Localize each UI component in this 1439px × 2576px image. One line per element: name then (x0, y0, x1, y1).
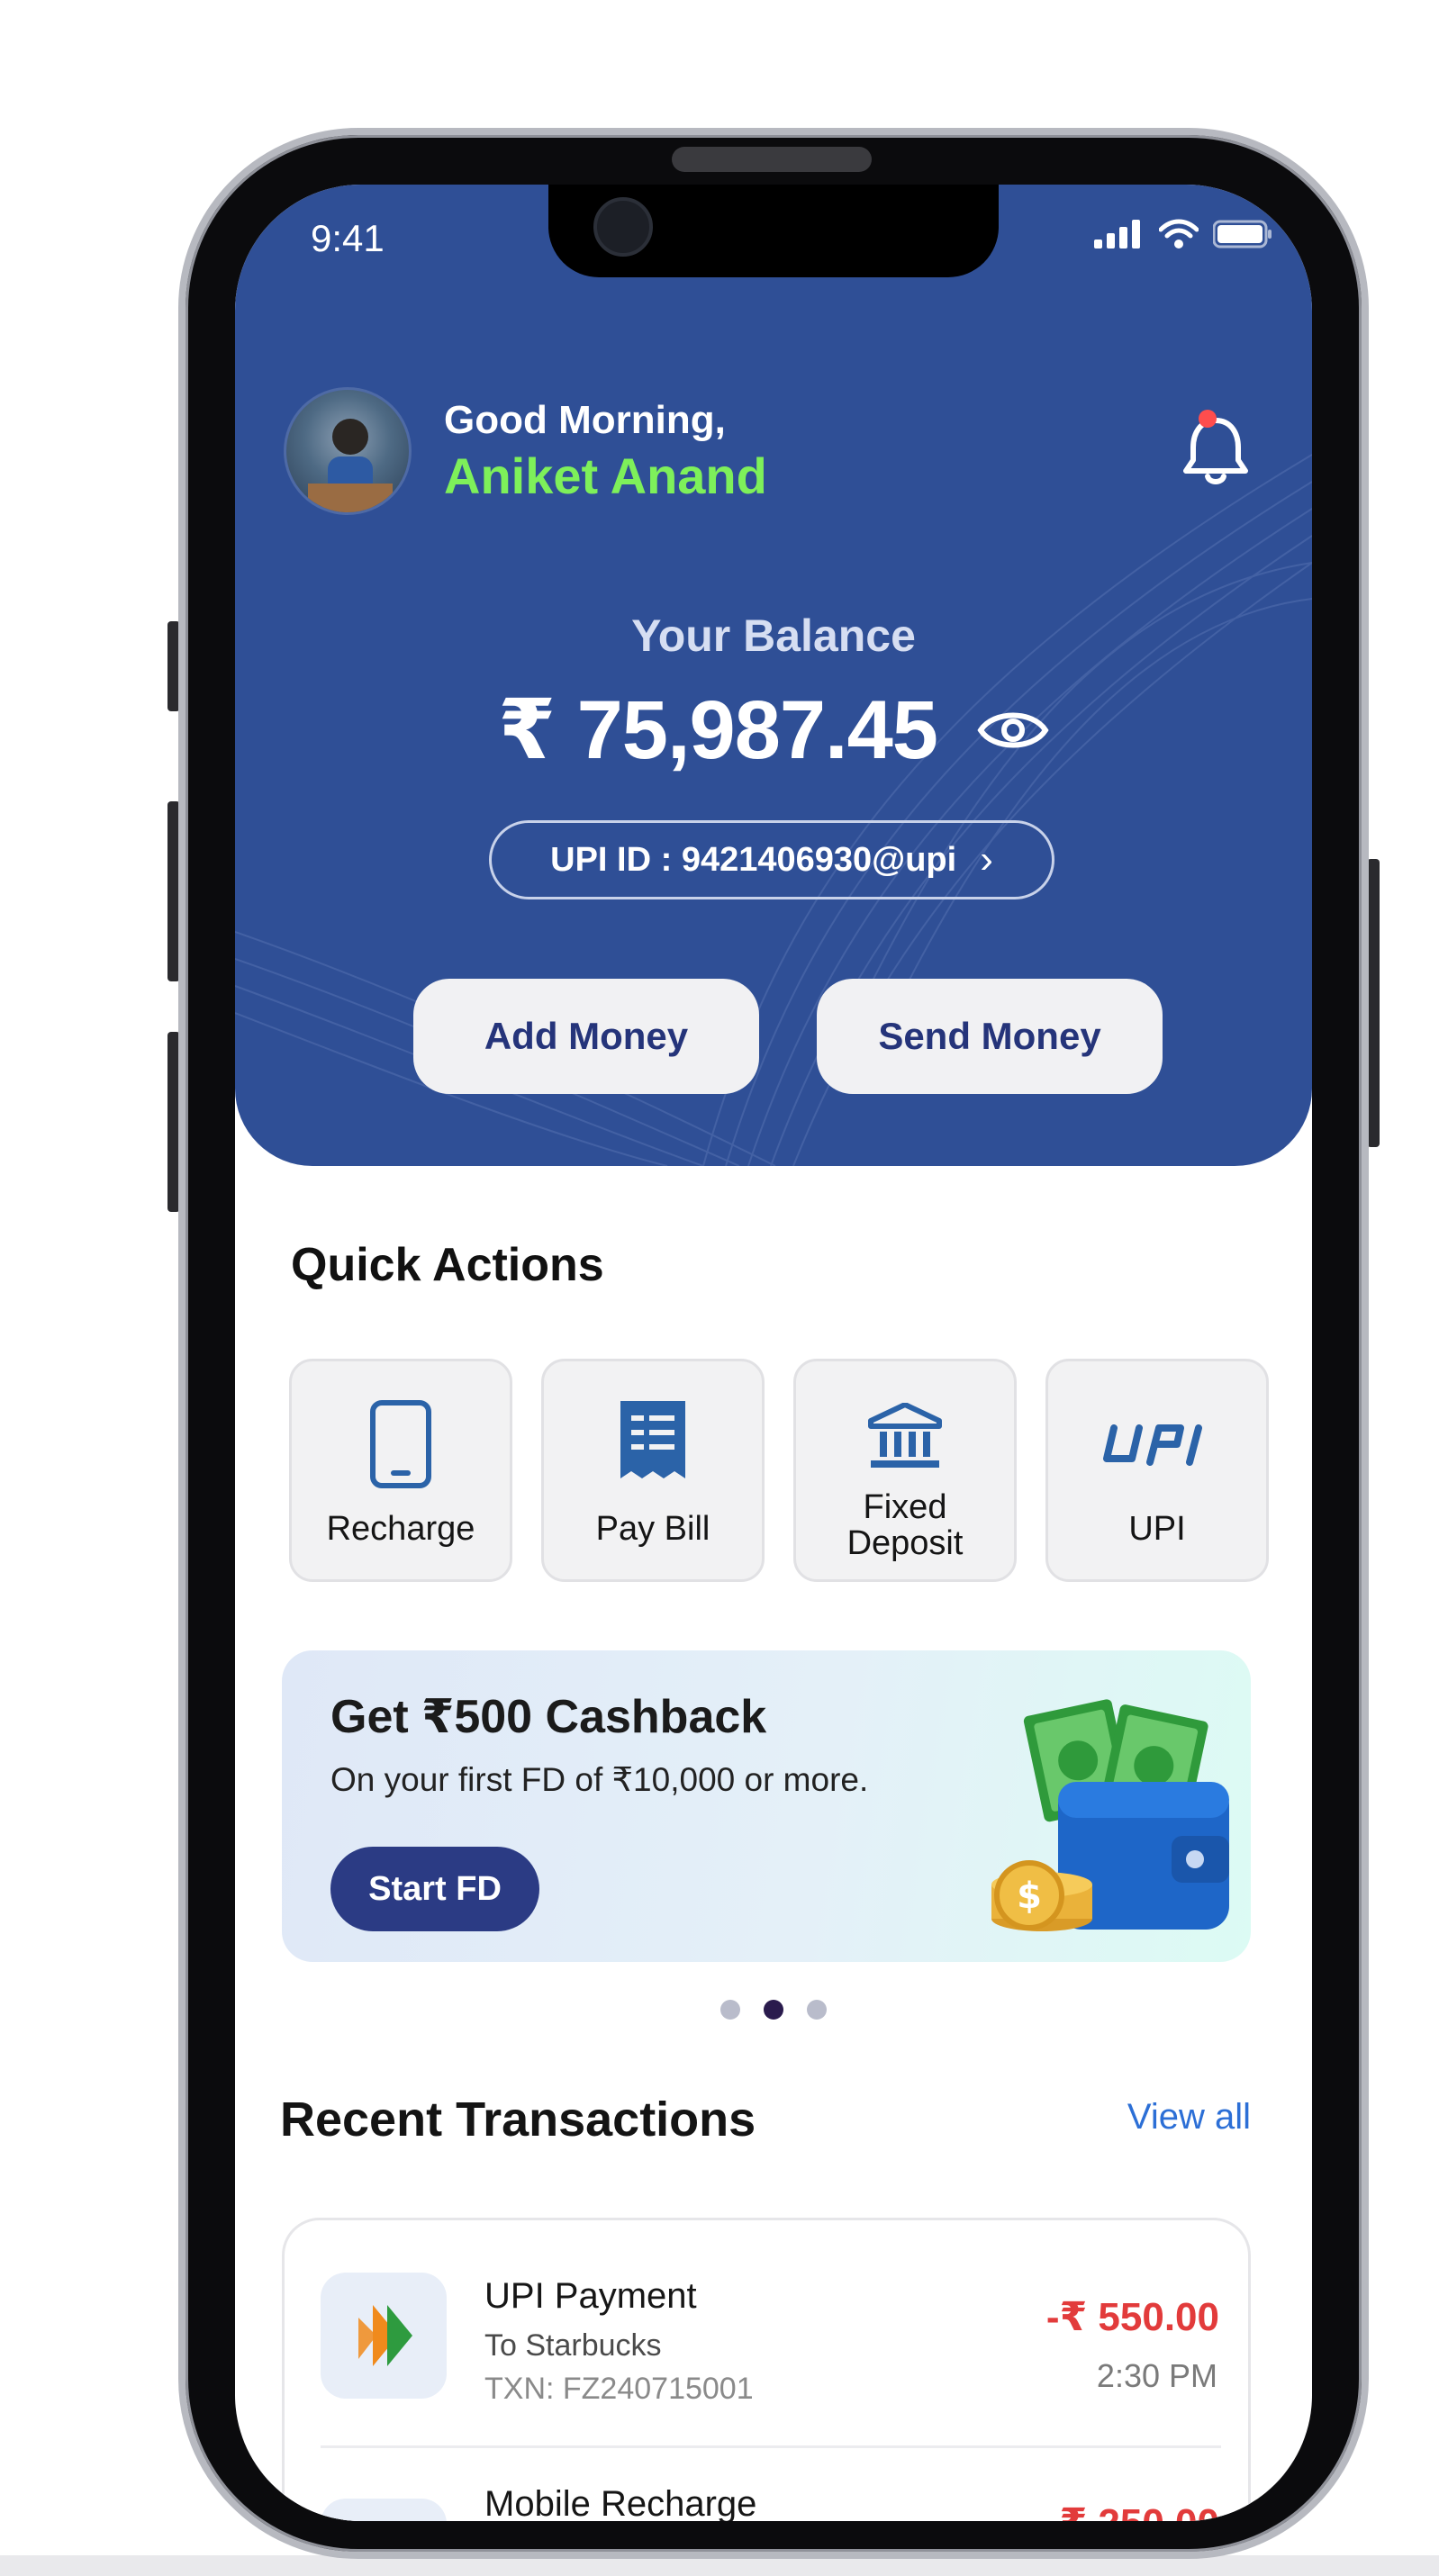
status-time: 9:41 (311, 217, 385, 259)
transaction-icon-box (321, 2499, 447, 2521)
wallet-cash-icon: $ (991, 1699, 1229, 1931)
transaction-reference: TXN: FZ240715001 (484, 2372, 754, 2406)
view-all-link[interactable]: View all (1127, 2097, 1251, 2138)
quick-action-label: UPI (1128, 1510, 1186, 1548)
recent-transactions-title: Recent Transactions (280, 2092, 756, 2147)
carousel-dot[interactable] (720, 2000, 740, 2020)
user-name: Aniket Anand (444, 447, 767, 504)
chevron-right-icon: › (980, 837, 993, 881)
upi-id-text: UPI ID : 9421406930@upi (550, 840, 957, 879)
greeting-text: Good Morning, (444, 397, 726, 442)
balance-amount: ₹ 75,987.45 (498, 684, 938, 776)
earpiece-speaker (672, 147, 872, 172)
transaction-row[interactable]: UPI Payment To Starbucks TXN: FZ24071500… (285, 2220, 1248, 2445)
upi-logo-icon (1103, 1424, 1202, 1466)
transaction-amount: -₹ 250.00 (1046, 2500, 1219, 2521)
transactions-card: UPI Payment To Starbucks TXN: FZ24071500… (282, 2218, 1251, 2521)
svg-text:$: $ (1017, 1876, 1042, 1917)
receipt-icon (620, 1401, 685, 1478)
phone-screen: Good Morning, Aniket Anand Your Balance … (235, 185, 1312, 2521)
carousel-dot-active[interactable] (764, 2000, 783, 2020)
send-money-button[interactable]: Send Money (817, 979, 1163, 1094)
transaction-detail: To Starbucks (484, 2328, 662, 2363)
bank-icon (868, 1403, 942, 1468)
battery-icon (1213, 220, 1272, 249)
transaction-name: UPI Payment (484, 2276, 697, 2316)
quick-action-fixed-deposit[interactable]: Fixed Deposit (793, 1359, 1017, 1582)
promo-subtitle: On your first FD of ₹10,000 or more. (330, 1761, 869, 1798)
upi-id-pill[interactable]: UPI ID : 9421406930@upi › (489, 820, 1054, 899)
transaction-row[interactable]: Mobile Recharge -₹ 250.00 (285, 2448, 1248, 2521)
add-money-button[interactable]: Add Money (413, 979, 759, 1094)
phone-icon (321, 2499, 447, 2521)
promo-title: Get ₹500 Cashback (330, 1691, 767, 1743)
smartphone-icon (370, 1400, 431, 1488)
transaction-name: Mobile Recharge (484, 2484, 757, 2521)
user-profile: Good Morning, Aniket Anand (284, 387, 767, 515)
promo-carousel-dots (235, 2000, 1312, 2020)
cellular-signal-icon (1094, 220, 1140, 249)
avatar[interactable] (284, 387, 412, 515)
wifi-icon (1159, 219, 1199, 249)
quick-action-label: Recharge (326, 1510, 475, 1548)
carousel-dot[interactable] (807, 2000, 827, 2020)
notification-bell-icon[interactable] (1177, 408, 1254, 489)
quick-action-recharge[interactable]: Recharge (289, 1359, 512, 1582)
transaction-icon-box (321, 2273, 447, 2399)
avatar-person-icon (308, 419, 393, 512)
quick-action-upi[interactable]: UPI (1045, 1359, 1269, 1582)
balance-label: Your Balance (631, 610, 916, 661)
balance-header: Good Morning, Aniket Anand Your Balance … (235, 185, 1312, 1166)
quick-actions-title: Quick Actions (291, 1239, 604, 1291)
upi-arrow-icon (358, 2305, 412, 2366)
status-bar: 9:41 (235, 185, 1312, 293)
transaction-amount: -₹ 550.00 (1045, 2295, 1219, 2339)
quick-action-label: Pay Bill (595, 1510, 710, 1548)
start-fd-button[interactable]: Start FD (330, 1847, 539, 1931)
cashback-promo-banner[interactable]: Get ₹500 Cashback On your first FD of ₹1… (282, 1650, 1251, 1962)
transaction-time: 2:30 PM (1096, 2357, 1217, 2394)
quick-action-pay-bill[interactable]: Pay Bill (541, 1359, 765, 1582)
quick-actions-grid: Recharge Pay Bill Fixed Deposit UPI (289, 1359, 1269, 1582)
power-button (1367, 859, 1380, 1147)
quick-action-label: Fixed Deposit (846, 1488, 964, 1562)
eye-icon[interactable] (977, 705, 1049, 755)
